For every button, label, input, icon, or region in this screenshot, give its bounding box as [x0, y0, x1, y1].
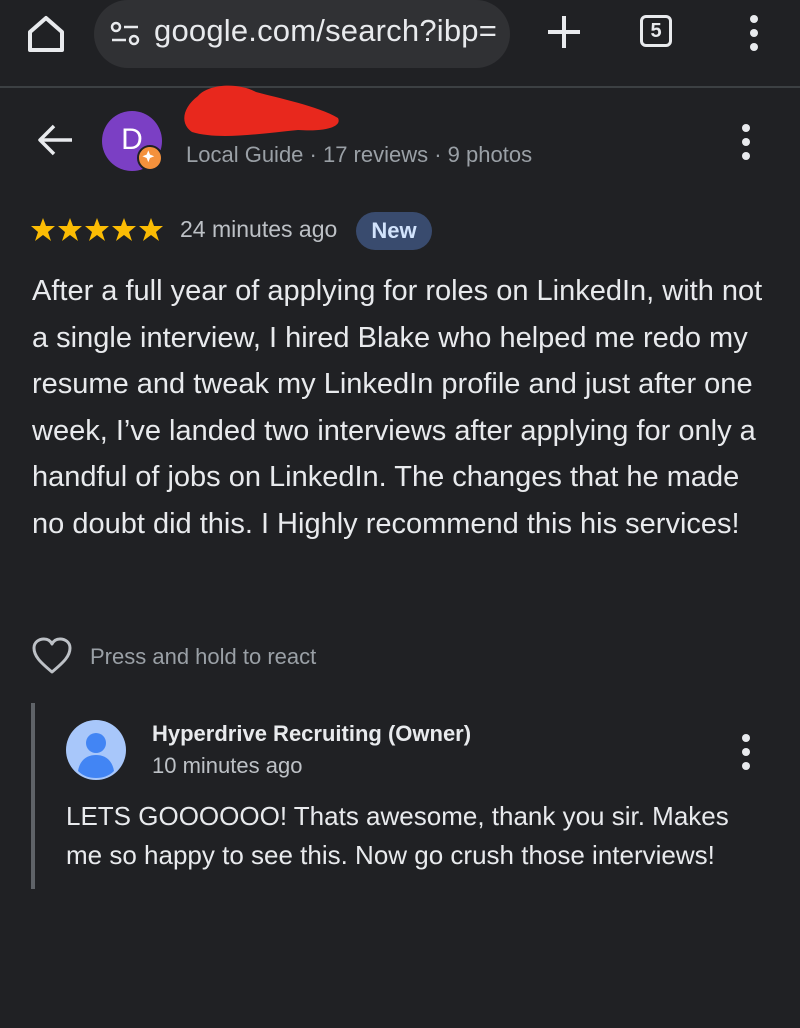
owner-reply-body: LETS GOOOOOO! Thats awesome, thank you s…: [66, 801, 729, 870]
reply-indent-bar: [31, 703, 35, 889]
address-bar[interactable]: google.com/search?ibp=: [94, 0, 510, 68]
reply-more-icon[interactable]: [732, 730, 760, 774]
star-icon: [112, 218, 136, 241]
url-text: google.com/search?ibp=: [154, 13, 498, 48]
owner-name: Hyperdrive Recruiting (Owner): [152, 721, 472, 746]
star-icon: [139, 218, 163, 241]
star-icon: [58, 218, 82, 241]
reviewer-meta: Local Guide · 17 reviews · 9 photos: [186, 142, 533, 167]
review-time: 24 minutes ago: [180, 216, 338, 242]
local-guide-badge-icon: [137, 145, 163, 171]
new-badge: New: [356, 212, 432, 250]
review-more-icon[interactable]: [732, 120, 760, 164]
star-rating: [31, 218, 163, 241]
redacted-reviewer-name: [184, 85, 339, 136]
tab-switcher-button[interactable]: 5: [640, 15, 672, 47]
heart-icon[interactable]: [30, 636, 74, 676]
star-icon: [31, 218, 55, 241]
owner-reply-time: 10 minutes ago: [152, 753, 303, 778]
owner-avatar-icon[interactable]: [66, 720, 126, 780]
home-icon[interactable]: [22, 10, 70, 58]
site-info-icon[interactable]: [108, 16, 144, 52]
back-arrow-icon[interactable]: [34, 118, 78, 162]
react-prompt[interactable]: Press and hold to react: [90, 644, 316, 670]
review-body: After a full year of applying for roles …: [32, 275, 763, 540]
star-icon: [85, 218, 109, 241]
browser-toolbar: google.com/search?ibp= 5: [0, 0, 800, 88]
plus-icon[interactable]: [542, 10, 586, 54]
more-vert-icon[interactable]: [740, 8, 768, 58]
